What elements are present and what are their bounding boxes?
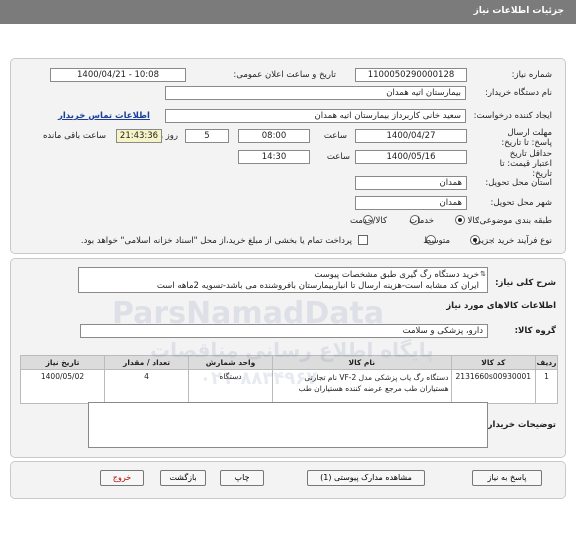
col-date: تاریخ نیاز <box>19 355 106 370</box>
row-index: 1 <box>535 369 558 404</box>
goods-heading: اطلاعات کالاهای مورد نیاز <box>446 301 556 311</box>
category-services-label: خدمات <box>409 216 434 226</box>
validity-label: حداقل تاریخ اعتبار قیمت: تا تاریخ: <box>499 149 552 179</box>
validity-date-field: 1400/05/16 <box>355 150 467 164</box>
watermark-brand: ParsNamadData <box>112 296 385 331</box>
purchase-medium-label: متوسط <box>423 236 450 246</box>
deadline-label: مهلت ارسال پاسخ: تا تاریخ: <box>501 128 552 148</box>
page-header: جزئیات اطلاعات نیاز <box>0 0 576 24</box>
deadline-time-field: 08:00 <box>238 129 310 143</box>
need-number-label: شماره نیاز: <box>511 70 552 80</box>
category-goods-radio[interactable] <box>455 215 465 225</box>
remaining-time-label: ساعت باقی مانده <box>42 131 106 141</box>
province-label: استان محل تحویل: <box>485 178 552 188</box>
view-attachments-button[interactable]: مشاهده مدارک پیوستی (1) <box>307 470 425 486</box>
treasury-payment-checkbox[interactable] <box>358 235 368 245</box>
row-date: 1400/05/02 <box>19 369 106 404</box>
scroll-arrows-icon[interactable]: ⇅ <box>480 269 486 280</box>
category-label: طبقه بندی موضوعی: <box>476 216 552 226</box>
creator-field: سعید خانی کاربرداز بیمارستان اتیه همدان <box>165 109 466 123</box>
announce-label: تاریخ و ساعت اعلان عمومی: <box>233 70 336 80</box>
summary-textarea[interactable]: ⇅ خرید دستگاه رگ گیری طبق مشخصات پیوست ا… <box>78 267 488 293</box>
goods-group-label: گروه کالا: <box>514 326 556 336</box>
creator-label: ایجاد کننده درخواست: <box>473 111 552 121</box>
exit-button[interactable]: خروج <box>100 470 144 486</box>
province-field: همدان <box>355 176 467 190</box>
buyer-contact-link[interactable]: اطلاعات تماس خریدار <box>58 111 150 121</box>
buyer-notes-field <box>88 402 488 448</box>
announce-field: 1400/04/21 - 10:08 <box>50 68 186 82</box>
days-remaining-field: 5 <box>185 129 229 143</box>
category-goods-services-label: کالا/خدمت <box>350 216 387 226</box>
remaining-time-field: 21:43:36 <box>116 129 162 143</box>
city-field: همدان <box>355 196 467 210</box>
validity-time-label: ساعت <box>326 152 350 162</box>
watermark-phone: ۰۲۱-۸۸۳۴۹۶۷۰ <box>200 368 329 389</box>
city-label: شهر محل تحویل: <box>490 198 552 208</box>
summary-label: شرح کلی نیاز: <box>495 278 556 288</box>
category-goods-label: کالا <box>467 216 479 226</box>
purchase-type-label: نوع فرآیند خرید : <box>491 236 552 246</box>
row-qty: 4 <box>104 369 190 404</box>
summary-line-1: خرید دستگاه رگ گیری طبق مشخصات پیوست <box>314 270 479 280</box>
print-button[interactable]: چاپ <box>220 470 264 486</box>
purchase-minor-label: جزیی <box>474 236 494 246</box>
col-code: کد کالا <box>450 355 537 370</box>
col-index: ردیف <box>535 355 558 370</box>
validity-time-field: 14:30 <box>238 150 310 164</box>
summary-line-2: ایران کد مشابه است-هزینه ارسال تا انبارب… <box>156 281 479 291</box>
page-title: جزئیات اطلاعات نیاز <box>473 6 564 16</box>
buyer-name-field: بیمارستان اتیه همدان <box>165 86 466 100</box>
back-button[interactable]: بازگشت <box>160 470 206 486</box>
treasury-payment-note: پرداخت تمام یا بخشی از مبلغ خرید،از محل … <box>80 236 352 246</box>
need-number-field: 1100050290000128 <box>355 68 467 82</box>
reply-button[interactable]: پاسخ به نیاز <box>472 470 542 486</box>
buyer-name-label: نام دستگاه خریدار: <box>485 88 552 98</box>
row-code: 2131660s00930001 <box>450 369 537 404</box>
deadline-date-field: 1400/04/27 <box>355 129 467 143</box>
deadline-time-label: ساعت <box>323 131 347 141</box>
watermark-persian: پایگاه اطلاع رسانی مناقصات <box>150 338 434 362</box>
buyer-notes-label: توضیحات خریدار: <box>484 420 556 430</box>
